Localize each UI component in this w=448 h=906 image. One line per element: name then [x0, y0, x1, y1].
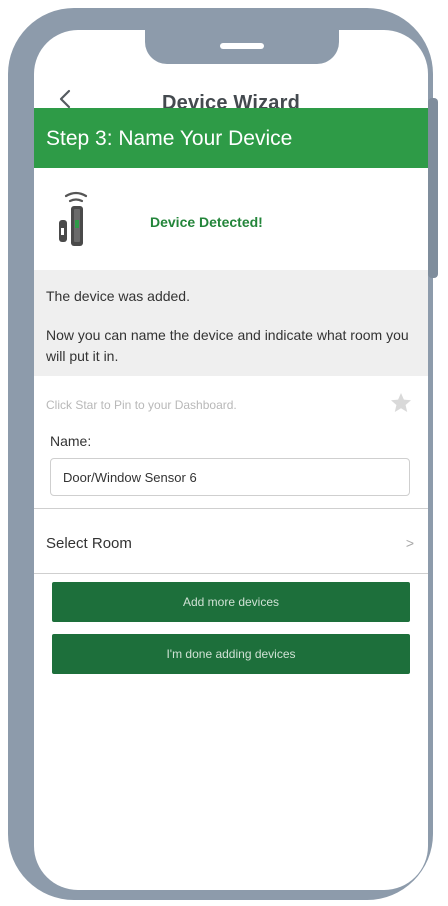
app-screen: Device Wizard Step 3: Name Your Device D…: [34, 30, 428, 890]
star-icon[interactable]: [389, 391, 413, 415]
select-room-row[interactable]: Select Room >: [34, 517, 428, 573]
divider: [34, 508, 428, 509]
phone-notch: [145, 16, 339, 64]
chevron-right-icon: >: [405, 535, 414, 551]
speaker-grille: [220, 43, 264, 49]
name-label: Name:: [50, 433, 92, 449]
info-instruction-text: Now you can name the device and indicate…: [46, 327, 409, 364]
phone-frame: Device Wizard Step 3: Name Your Device D…: [8, 8, 438, 900]
phone-side-button: [428, 98, 438, 278]
divider: [34, 573, 428, 574]
device-detected-label: Device Detected!: [150, 214, 263, 230]
pin-hint: Click Star to Pin to your Dashboard.: [46, 398, 237, 412]
step-title: Step 3: Name Your Device: [46, 127, 293, 150]
device-detected-row: Device Detected!: [34, 168, 428, 270]
info-added-text: The device was added.: [46, 288, 190, 304]
door-window-sensor-icon: [59, 191, 88, 246]
done-adding-devices-button[interactable]: I'm done adding devices: [52, 634, 410, 674]
step-banner: Step 3: Name Your Device: [34, 108, 428, 168]
select-room-label: Select Room: [46, 535, 132, 552]
info-panel: The device was added. Now you can name t…: [34, 270, 428, 376]
add-more-devices-button[interactable]: Add more devices: [52, 582, 410, 622]
device-name-input[interactable]: [50, 458, 410, 496]
